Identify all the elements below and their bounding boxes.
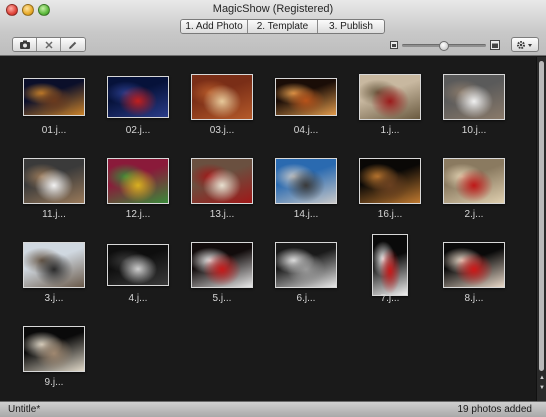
photo-image[interactable]	[275, 242, 337, 288]
photo-image[interactable]	[107, 158, 169, 204]
photo-thumbnail[interactable]: 02.j...	[96, 69, 180, 151]
photo-image[interactable]	[443, 158, 505, 204]
photo-count: 19 photos added	[457, 404, 532, 415]
photo-thumbnail[interactable]: 14.j...	[264, 153, 348, 235]
photo-thumbnail[interactable]: 16.j...	[348, 153, 432, 235]
photo-filename: 13.j...	[209, 209, 235, 220]
scroll-up-arrow-icon[interactable]: ▲	[538, 375, 546, 381]
photo-image[interactable]	[443, 242, 505, 288]
step-tabs: 1. Add Photo 2. Template 3. Publish	[180, 19, 385, 34]
photo-image[interactable]	[191, 242, 253, 288]
photo-filename: 8.j...	[464, 293, 484, 304]
photo-filename: 6.j...	[296, 293, 316, 304]
photo-image[interactable]	[23, 326, 85, 372]
status-bar: Untitle* 19 photos added	[0, 401, 546, 417]
photo-filename: 2.j...	[464, 209, 484, 220]
photo-thumbnail[interactable]: 13.j...	[180, 153, 264, 235]
photo-thumbnail[interactable]: 5.j...	[180, 237, 264, 319]
photo-image[interactable]	[359, 74, 421, 120]
remove-icon	[44, 40, 53, 49]
photo-filename: 9.j...	[44, 377, 64, 388]
photo-filename: 7.j...	[380, 293, 400, 304]
title-bar: MagicShow (Registered) 1. Add Photo 2. T…	[0, 0, 546, 56]
photo-thumbnail[interactable]: 2.j...	[432, 153, 516, 235]
scrollbar-thumb[interactable]	[539, 61, 544, 371]
photo-thumbnail[interactable]: 1.j...	[348, 69, 432, 151]
photo-filename: 3.j...	[44, 293, 64, 304]
photo-image[interactable]	[275, 158, 337, 204]
zoom-slider-knob[interactable]	[439, 41, 449, 51]
edit-pencil-icon	[69, 41, 77, 49]
action-menu-button[interactable]	[511, 37, 539, 52]
photo-thumbnail[interactable]: 12.j...	[96, 153, 180, 235]
photo-image[interactable]	[372, 234, 408, 296]
photo-filename: 14.j...	[293, 209, 319, 220]
photo-image[interactable]	[359, 158, 421, 204]
photo-thumbnail[interactable]: 7.j...	[348, 234, 432, 319]
remove-photo-button[interactable]	[37, 38, 61, 51]
photo-image[interactable]	[23, 158, 85, 204]
gear-icon	[517, 40, 532, 49]
photo-thumbnail[interactable]: 8.j...	[432, 237, 516, 319]
photo-thumbnail[interactable]: 9.j...	[12, 321, 96, 401]
photo-thumbnail[interactable]: 6.j...	[264, 237, 348, 319]
photo-image[interactable]	[275, 78, 337, 116]
photo-image[interactable]	[107, 76, 169, 118]
vertical-scrollbar[interactable]: ▲ ▼	[536, 57, 546, 401]
photo-image[interactable]	[23, 242, 85, 288]
photo-filename: 01.j...	[41, 125, 67, 136]
photo-image[interactable]	[191, 74, 253, 120]
photo-image[interactable]	[107, 244, 169, 286]
add-photo-icon	[19, 40, 30, 49]
photo-thumbnail[interactable]: 04.j...	[264, 69, 348, 151]
scroll-down-arrow-icon[interactable]: ▼	[538, 385, 546, 391]
photo-thumbnail[interactable]: 4.j...	[96, 237, 180, 319]
photo-thumbnail[interactable]: 11.j...	[12, 153, 96, 235]
app-window: MagicShow (Registered) 1. Add Photo 2. T…	[0, 0, 546, 417]
photo-image[interactable]	[443, 74, 505, 120]
photo-filename: 12.j...	[125, 209, 151, 220]
add-photo-button[interactable]	[13, 38, 37, 51]
tab-template[interactable]: 2. Template	[248, 20, 318, 33]
photo-filename: 03.j...	[209, 125, 235, 136]
tab-add-photo[interactable]: 1. Add Photo	[181, 20, 248, 33]
photo-filename: 10.j...	[461, 125, 487, 136]
photo-grid: 01.j... 02.j... 03.j... 04.j... 1.j... 10.j..…	[0, 57, 536, 401]
photo-image[interactable]	[191, 158, 253, 204]
zoom-slider[interactable]	[402, 41, 486, 51]
edit-photo-button[interactable]	[61, 38, 85, 51]
photo-filename: 02.j...	[125, 125, 151, 136]
photo-filename: 04.j...	[293, 125, 319, 136]
photo-thumbnail[interactable]: 01.j...	[12, 69, 96, 151]
document-name: Untitle*	[8, 404, 41, 415]
window-title: MagicShow (Registered)	[212, 3, 334, 15]
photo-thumbnail[interactable]: 10.j...	[432, 69, 516, 151]
zoom-out-icon[interactable]	[390, 41, 398, 49]
photo-tool-buttons	[12, 37, 86, 52]
photo-image[interactable]	[23, 78, 85, 116]
photo-filename: 1.j...	[380, 125, 400, 136]
photo-filename: 16.j...	[377, 209, 403, 220]
photo-filename: 11.j...	[42, 209, 66, 220]
zoom-in-icon[interactable]	[490, 40, 500, 50]
photo-filename: 4.j...	[128, 293, 148, 304]
tab-publish[interactable]: 3. Publish	[318, 20, 384, 33]
photo-filename: 5.j...	[212, 293, 232, 304]
photo-thumbnail[interactable]: 03.j...	[180, 69, 264, 151]
photo-thumbnail[interactable]: 3.j...	[12, 237, 96, 319]
